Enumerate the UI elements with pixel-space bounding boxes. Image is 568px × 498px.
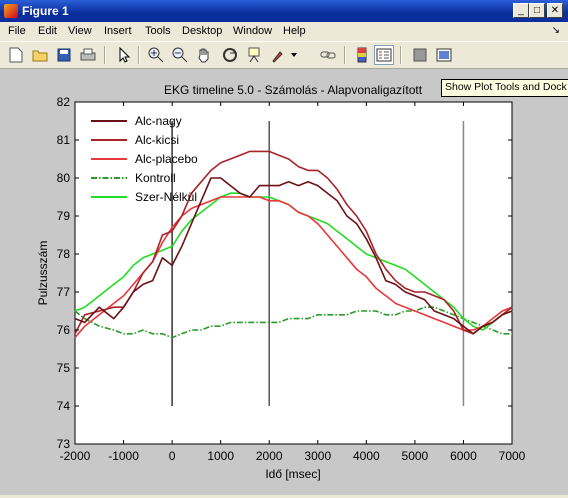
toolbar-separator	[104, 46, 106, 64]
toolbar-separator	[400, 46, 402, 64]
menu-view[interactable]: View	[68, 25, 92, 37]
x-tick-label: 3000	[304, 449, 331, 463]
y-tick-label: 76	[57, 323, 71, 337]
rotate-3d-icon[interactable]	[220, 45, 240, 65]
menu-window[interactable]: Window	[233, 25, 272, 37]
menu-desktop[interactable]: Desktop	[182, 25, 222, 37]
legend-label: Szer-Nélkül	[135, 190, 197, 204]
zoom-in-icon[interactable]	[146, 45, 166, 65]
toolbar-separator	[344, 46, 346, 64]
print-icon[interactable]	[78, 45, 98, 65]
link-icon[interactable]	[318, 45, 338, 65]
menu-file[interactable]: File	[8, 25, 26, 37]
y-tick-label: 75	[57, 361, 71, 375]
y-tick-label: 80	[57, 171, 71, 185]
y-tick-label: 82	[57, 95, 71, 109]
legend-icon[interactable]	[374, 45, 394, 65]
maximize-button[interactable]: □	[529, 3, 545, 18]
pan-hand-icon[interactable]	[194, 45, 214, 65]
legend-label: Alc-placebo	[135, 152, 198, 166]
data-cursor-icon[interactable]	[244, 45, 264, 65]
x-tick-label: 6000	[450, 449, 477, 463]
new-file-icon[interactable]	[6, 45, 26, 65]
matlab-logo-icon	[4, 4, 18, 18]
y-tick-label: 81	[57, 133, 71, 147]
save-icon[interactable]	[54, 45, 74, 65]
plot-svg[interactable]: -2000 -1000 0 1000 2000 3000 4000 5000 6000 7000 7…	[0, 69, 568, 495]
minimize-button[interactable]: _	[513, 3, 529, 18]
legend-label: Alc-kicsi	[135, 133, 179, 147]
x-tick-label: 7000	[499, 449, 526, 463]
x-tick-label: 5000	[402, 449, 429, 463]
window-title: Figure 1	[22, 4, 69, 18]
y-tick-label: 79	[57, 209, 71, 223]
open-folder-icon[interactable]	[30, 45, 50, 65]
y-tick-label: 73	[57, 437, 71, 451]
hide-plot-tools-icon[interactable]	[410, 45, 430, 65]
x-tick-label: -2000	[60, 449, 91, 463]
zoom-out-icon[interactable]	[170, 45, 190, 65]
y-axis-label: Pulzusszám	[36, 241, 50, 306]
y-tick-label: 74	[57, 399, 71, 413]
show-plot-tools-icon[interactable]	[434, 45, 454, 65]
brush-icon[interactable]	[268, 45, 288, 65]
menu-help[interactable]: Help	[283, 25, 306, 37]
x-tick-label: 0	[169, 449, 176, 463]
x-tick-label: -1000	[108, 449, 139, 463]
tooltip: Show Plot Tools and Dock	[441, 79, 568, 97]
menu-bar: File Edit View Insert Tools Desktop Wind…	[0, 22, 568, 41]
figure-toolbar	[0, 41, 568, 69]
x-tick-label: 1000	[207, 449, 234, 463]
toolbar-separator	[138, 46, 140, 64]
chart-title: EKG timeline 5.0 - Számolás - Alapvonali…	[164, 83, 423, 97]
menu-insert[interactable]: Insert	[104, 25, 132, 37]
menu-tools[interactable]: Tools	[145, 25, 171, 37]
menu-edit[interactable]: Edit	[38, 25, 57, 37]
x-tick-label: 2000	[256, 449, 283, 463]
brush-dropdown-icon[interactable]	[288, 45, 300, 65]
x-axis-label: Idő [msec]	[265, 467, 320, 481]
pointer-icon[interactable]	[114, 45, 134, 65]
legend-label: Kontroll	[135, 171, 176, 185]
close-button[interactable]: ✕	[547, 3, 563, 18]
dock-arrow-icon[interactable]: ↘	[552, 25, 560, 36]
y-tick-label: 78	[57, 247, 71, 261]
window-titlebar[interactable]: Figure 1 _ □ ✕	[0, 0, 568, 22]
x-tick-label: 4000	[353, 449, 380, 463]
y-tick-label: 77	[57, 285, 71, 299]
figure-canvas: -2000 -1000 0 1000 2000 3000 4000 5000 6000 7000 7…	[0, 69, 568, 495]
legend-label: Alc-nagy	[135, 114, 182, 128]
colorbar-icon[interactable]	[352, 45, 372, 65]
